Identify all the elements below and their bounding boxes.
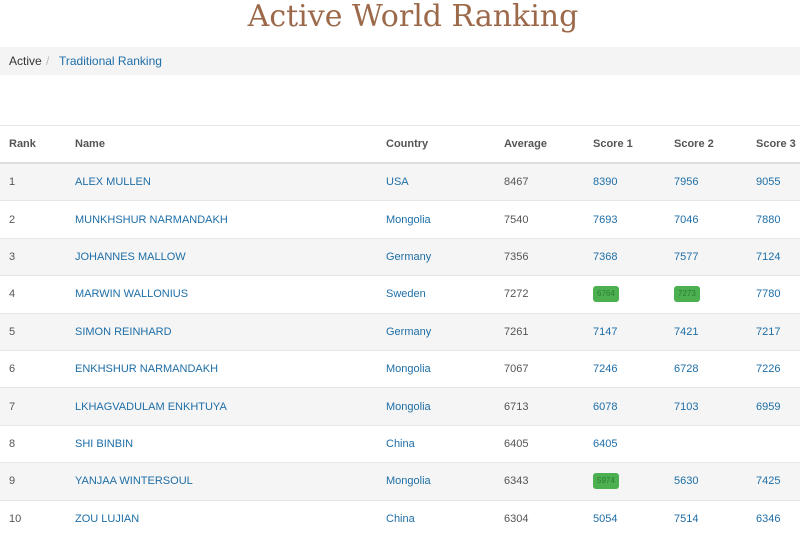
average-cell: 7356 — [504, 237, 593, 276]
score-3-link[interactable]: 6959 — [756, 401, 780, 413]
page-title: Active World Ranking — [247, 0, 579, 34]
rank-cell: 2 — [0, 200, 75, 239]
average-cell: 7067 — [504, 349, 593, 388]
table-row: 7 LKHAGVADULAM ENKHTUYA Mongolia 6713 60… — [0, 387, 800, 426]
rank-cell: 10 — [0, 499, 75, 537]
header-country: Country — [386, 125, 504, 164]
player-name-link[interactable]: LKHAGVADULAM ENKHTUYA — [75, 401, 227, 413]
country-link[interactable]: Mongolia — [386, 363, 431, 375]
score-1-link[interactable]: 6405 — [593, 438, 617, 450]
score-2-link[interactable]: 5630 — [674, 475, 698, 487]
country-link[interactable]: Mongolia — [386, 475, 431, 487]
rank-cell: 8 — [0, 424, 75, 463]
average-cell: 7272 — [504, 275, 593, 314]
score-2-link[interactable]: 7421 — [674, 326, 698, 338]
country-link[interactable]: Germany — [386, 251, 431, 263]
score-2-link[interactable]: 6728 — [674, 363, 698, 375]
rank-cell: 3 — [0, 237, 75, 276]
header-score-2: Score 2 — [674, 125, 756, 164]
rank-cell: 5 — [0, 312, 75, 351]
rank-cell: 4 — [0, 275, 75, 314]
average-cell: 6343 — [504, 462, 593, 501]
player-name-link[interactable]: MUNKHSHUR NARMANDAKH — [75, 214, 228, 226]
score-3-link[interactable]: 7780 — [756, 288, 780, 300]
score-1-badge[interactable]: 6764 — [593, 286, 619, 303]
table-row: 5 SIMON REINHARD Germany 7261 7147 7421 … — [0, 312, 800, 351]
breadcrumb-separator: / — [46, 54, 50, 68]
score-1-link[interactable]: 7693 — [593, 214, 617, 226]
table-row: 2 MUNKHSHUR NARMANDAKH Mongolia 7540 769… — [0, 200, 800, 239]
average-cell: 6405 — [504, 424, 593, 463]
score-3-link[interactable]: 7226 — [756, 363, 780, 375]
player-name-link[interactable]: ALEX MULLEN — [75, 176, 151, 188]
score-3-link[interactable]: 7217 — [756, 326, 780, 338]
country-link[interactable]: China — [386, 438, 415, 450]
table-row: 10 ZOU LUJIAN China 6304 5054 7514 6346 — [0, 499, 800, 537]
country-link[interactable]: Mongolia — [386, 401, 431, 413]
player-name-link[interactable]: SIMON REINHARD — [75, 326, 172, 338]
score-2-link[interactable]: 7577 — [674, 251, 698, 263]
table-row: 4 MARWIN WALLONIUS Sweden 7272 6764 7273… — [0, 275, 800, 314]
score-1-link[interactable]: 7246 — [593, 363, 617, 375]
score-1-link[interactable]: 6078 — [593, 401, 617, 413]
average-cell: 6304 — [504, 499, 593, 537]
player-name-link[interactable]: ENKHSHUR NARMANDAKH — [75, 363, 218, 375]
score-2-link[interactable]: 7103 — [674, 401, 698, 413]
score-1-link[interactable]: 7368 — [593, 251, 617, 263]
rank-cell: 9 — [0, 462, 75, 501]
score-1-link[interactable]: 7147 — [593, 326, 617, 338]
table-row: 3 JOHANNES MALLOW Germany 7356 7368 7577… — [0, 237, 800, 276]
table-row: 9 YANJAA WINTERSOUL Mongolia 6343 5974 5… — [0, 462, 800, 501]
score-2-link[interactable]: 7046 — [674, 214, 698, 226]
breadcrumb: Active / Traditional Ranking — [0, 47, 800, 75]
player-name-link[interactable]: SHI BINBIN — [75, 438, 133, 450]
score-2-badge[interactable]: 7273 — [674, 286, 700, 303]
header-name: Name — [75, 125, 386, 164]
score-3-link[interactable]: 7124 — [756, 251, 780, 263]
score-3-link[interactable]: 9055 — [756, 176, 780, 188]
rank-cell: 7 — [0, 387, 75, 426]
table-row: 6 ENKHSHUR NARMANDAKH Mongolia 7067 7246… — [0, 349, 800, 388]
score-3-link[interactable]: 7425 — [756, 475, 780, 487]
breadcrumb-link-traditional-ranking[interactable]: Traditional Ranking — [59, 47, 162, 75]
score-1-link[interactable]: 8390 — [593, 176, 617, 188]
score-2-link[interactable]: 7956 — [674, 176, 698, 188]
score-1-badge[interactable]: 5974 — [593, 473, 619, 490]
rank-cell: 1 — [0, 162, 75, 201]
country-link[interactable]: USA — [386, 176, 409, 188]
header-score-1: Score 1 — [593, 125, 674, 164]
country-link[interactable]: Mongolia — [386, 214, 431, 226]
average-cell: 7540 — [504, 200, 593, 239]
country-link[interactable]: Sweden — [386, 288, 426, 300]
average-cell: 7261 — [504, 312, 593, 351]
table-row: 1 ALEX MULLEN USA 8467 8390 7956 9055 — [0, 162, 800, 201]
player-name-link[interactable]: YANJAA WINTERSOUL — [75, 475, 193, 487]
table-header-row: Rank Name Country Average Score 1 Score … — [0, 125, 800, 164]
country-link[interactable]: Germany — [386, 326, 431, 338]
header-score-3: Score 3 — [756, 125, 800, 164]
breadcrumb-active: Active — [9, 54, 42, 68]
average-cell: 6713 — [504, 387, 593, 426]
average-cell: 8467 — [504, 162, 593, 201]
player-name-link[interactable]: MARWIN WALLONIUS — [75, 288, 188, 300]
score-3-link[interactable]: 7880 — [756, 214, 780, 226]
table-row: 8 SHI BINBIN China 6405 6405 — [0, 424, 800, 463]
ranking-table: Rank Name Country Average Score 1 Score … — [0, 125, 800, 537]
header-average: Average — [504, 125, 593, 164]
player-name-link[interactable]: JOHANNES MALLOW — [75, 251, 186, 263]
header-rank: Rank — [0, 125, 75, 164]
rank-cell: 6 — [0, 349, 75, 388]
